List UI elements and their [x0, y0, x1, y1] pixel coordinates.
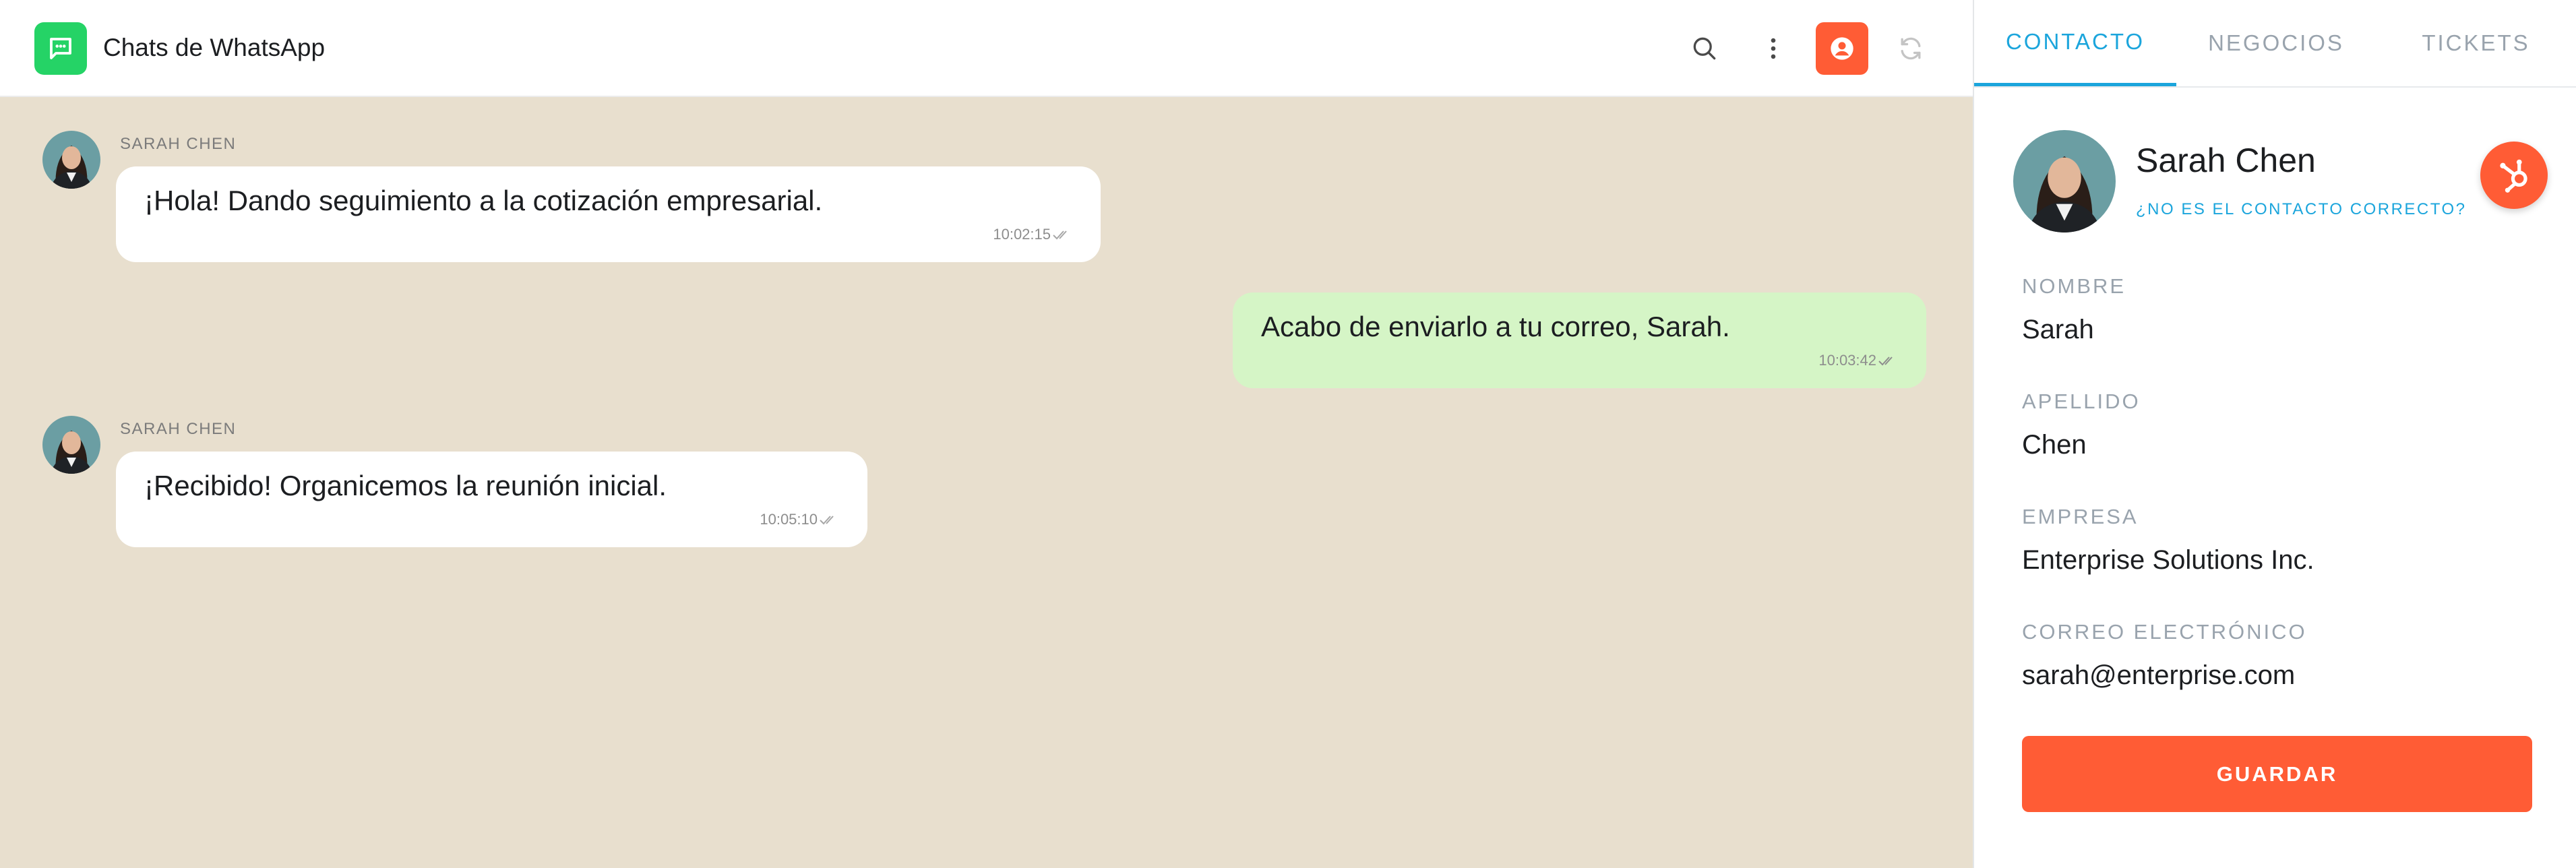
app-title: Chats de WhatsApp	[103, 34, 326, 61]
field-label-company: EMPRESA	[2022, 505, 2139, 528]
refresh-icon	[1901, 37, 1921, 60]
search-button[interactable]	[1678, 22, 1731, 75]
message-time: 10:05:10	[760, 511, 818, 528]
double-check-icon	[1878, 356, 1893, 366]
message-bubble-outgoing[interactable]: Acabo de enviarlo a tu correo, Sarah. 10…	[1233, 292, 1926, 388]
tab-contact[interactable]: CONTACTO	[1974, 0, 2176, 86]
sender-name: SARAH CHEN	[120, 135, 237, 153]
field-email[interactable]: sarah@enterprise.com	[2022, 658, 2295, 692]
message-text: ¡Recibido! Organicemos la reunión inicia…	[144, 470, 667, 501]
panel-tabs: CONTACTO NEGOCIOS TICKETS	[1974, 0, 2576, 88]
refresh-button[interactable]	[1884, 22, 1937, 75]
contact-avatar	[2013, 130, 2116, 232]
crm-side-panel: CONTACTO NEGOCIOS TICKETS Sarah Chen ¿NO…	[1973, 0, 2576, 868]
field-label-first-name: NOMBRE	[2022, 274, 2126, 298]
hubspot-button[interactable]	[2480, 142, 2548, 209]
chat-header: Chats de WhatsApp	[0, 0, 1973, 97]
message-list[interactable]: SARAH CHEN ¡Hola! Dando seguimiento a la…	[0, 97, 1973, 868]
chat-panel: Chats de WhatsApp SARAH CHEN ¡Hola! Dand…	[0, 0, 1973, 868]
more-vertical-icon	[1771, 38, 1776, 59]
message-bubble-incoming[interactable]: ¡Recibido! Organicemos la reunión inicia…	[116, 452, 867, 547]
field-label-email: CORREO ELECTRÓNICO	[2022, 620, 2307, 644]
contact-name: Sarah Chen	[2136, 142, 2316, 179]
field-first-name[interactable]: Sarah	[2022, 313, 2094, 346]
message-text: ¡Hola! Dando seguimiento a la cotización…	[144, 185, 823, 216]
message-bubble-incoming[interactable]: ¡Hola! Dando seguimiento a la cotización…	[116, 166, 1101, 262]
save-button[interactable]: GUARDAR	[2022, 736, 2532, 812]
avatar	[42, 416, 100, 474]
message-meta: 10:03:42	[1818, 352, 1899, 369]
field-company[interactable]: Enterprise Solutions Inc.	[2022, 543, 2314, 577]
user-circle-icon	[1831, 37, 1853, 60]
message-meta: 10:02:15	[993, 226, 1074, 243]
field-label-last-name: APELLIDO	[2022, 390, 2141, 413]
message-time: 10:03:42	[1818, 352, 1876, 369]
double-check-icon	[1053, 230, 1067, 240]
message-text: Acabo de enviarlo a tu correo, Sarah.	[1261, 311, 1730, 342]
avatar	[42, 131, 100, 189]
contact-panel-button[interactable]	[1816, 22, 1868, 75]
search-icon	[1693, 37, 1716, 60]
tab-deals[interactable]: NEGOCIOS	[2176, 0, 2376, 86]
chat-icon	[34, 22, 87, 75]
tab-tickets[interactable]: TICKETS	[2376, 0, 2576, 86]
field-last-name[interactable]: Chen	[2022, 428, 2087, 462]
sender-name: SARAH CHEN	[120, 420, 237, 438]
wrong-contact-link[interactable]: ¿NO ES EL CONTACTO CORRECTO?	[2136, 199, 2467, 220]
hubspot-icon	[2500, 159, 2527, 193]
more-options-button[interactable]	[1747, 22, 1800, 75]
message-meta: 10:05:10	[760, 511, 840, 528]
double-check-icon	[820, 516, 834, 525]
message-time: 10:02:15	[993, 226, 1051, 243]
